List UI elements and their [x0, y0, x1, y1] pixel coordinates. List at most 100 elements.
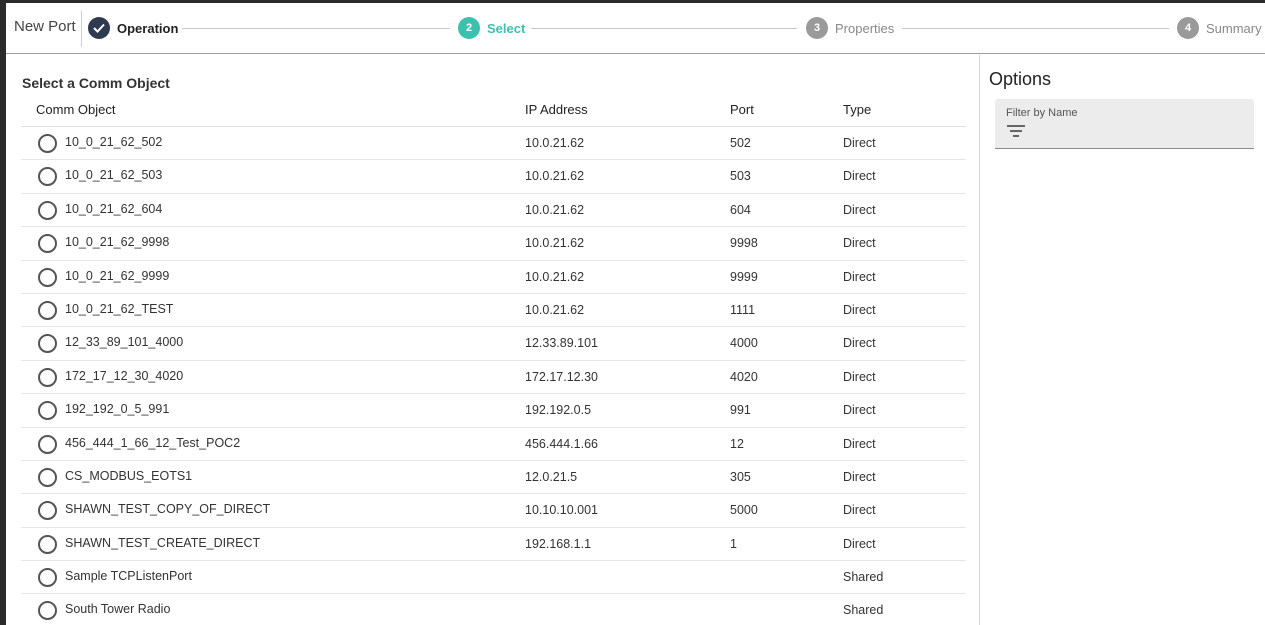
select-radio[interactable]: [38, 601, 57, 621]
step-connector: [902, 28, 1169, 29]
cell-port: 991: [730, 403, 751, 418]
step-number: 4: [1177, 17, 1199, 39]
options-title: Options: [989, 69, 1052, 89]
cell-port: 9998: [730, 236, 758, 251]
select-radio[interactable]: [38, 234, 57, 254]
select-radio[interactable]: [38, 568, 57, 588]
step-label: Properties: [835, 20, 895, 36]
cell-comm-object: Sample TCPListenPort: [65, 569, 192, 584]
cell-type: Shared: [843, 603, 884, 618]
table-row[interactable]: 10_0_21_62_9998 10.0.21.62 9998 Direct: [21, 227, 966, 261]
column-header-type[interactable]: Type: [843, 102, 871, 117]
cell-port: 1111: [730, 302, 756, 317]
step-connector: [531, 28, 797, 29]
cell-type: Direct: [843, 536, 876, 551]
cell-type: Direct: [843, 269, 876, 284]
cell-type: Direct: [843, 169, 876, 184]
step-properties[interactable]: 3 Properties: [806, 16, 894, 40]
step-label: Summary: [1206, 20, 1262, 36]
cell-comm-object: 10_0_21_62_604: [65, 201, 163, 216]
select-radio[interactable]: [38, 267, 57, 287]
table-row[interactable]: South Tower Radio Shared: [21, 594, 966, 625]
cell-type: Direct: [843, 469, 876, 484]
cell-comm-object: 10_0_21_62_TEST: [65, 301, 174, 316]
table-row[interactable]: 10_0_21_62_503 10.0.21.62 503 Direct: [21, 160, 966, 194]
cell-port: 4000: [730, 336, 758, 351]
step-label: Operation: [117, 20, 179, 36]
select-radio[interactable]: [38, 534, 57, 554]
cell-ip-address: 10.0.21.62: [525, 302, 585, 317]
table-row[interactable]: 10_0_21_62_604 10.0.21.62 604 Direct: [21, 194, 966, 228]
column-header-port[interactable]: Port: [730, 102, 754, 117]
cell-comm-object: 10_0_21_62_9999: [65, 268, 170, 283]
table-header: Comm Object IP Address Port Type: [21, 93, 966, 127]
cell-port: 1: [730, 536, 737, 551]
cell-comm-object: 456_444_1_66_12_Test_POC2: [65, 435, 241, 450]
select-radio[interactable]: [38, 167, 57, 187]
table-row[interactable]: 10_0_21_62_502 10.0.21.62 502 Direct: [21, 127, 966, 161]
cell-type: Direct: [843, 302, 876, 317]
step-select[interactable]: 2 Select: [458, 16, 525, 40]
cell-comm-object: 192_192_0_5_991: [65, 402, 170, 417]
cell-comm-object: South Tower Radio: [65, 602, 171, 617]
cell-port: 5000: [730, 503, 758, 518]
table-row[interactable]: SHAWN_TEST_COPY_OF_DIRECT 10.10.10.001 500…: [21, 494, 966, 528]
cell-ip-address: 10.0.21.62: [525, 269, 585, 284]
cell-comm-object: 172_17_12_30_4020: [65, 368, 184, 383]
cell-comm-object: SHAWN_TEST_CREATE_DIRECT: [65, 535, 261, 550]
step-summary[interactable]: 4 Summary: [1177, 16, 1262, 40]
table-row[interactable]: 10_0_21_62_TEST 10.0.21.62 1111 Direct: [21, 294, 966, 328]
section-title: Select a Comm Object: [22, 75, 170, 91]
cell-type: Shared: [843, 570, 884, 585]
cell-port: 503: [730, 169, 751, 184]
select-radio[interactable]: [38, 467, 57, 487]
select-radio[interactable]: [38, 367, 57, 387]
cell-port: 502: [730, 136, 751, 150]
cell-type: Direct: [843, 503, 876, 518]
select-radio[interactable]: [38, 401, 57, 421]
table-row[interactable]: Sample TCPListenPort Shared: [21, 561, 966, 595]
cell-ip-address: 192.192.0.5: [525, 403, 592, 418]
select-radio[interactable]: [38, 434, 57, 454]
select-radio[interactable]: [38, 501, 57, 521]
select-radio[interactable]: [38, 200, 57, 220]
cell-type: Direct: [843, 336, 876, 351]
step-number: 3: [806, 17, 828, 39]
table-row[interactable]: CS_MODBUS_EOTS1 12.0.21.5 305 Direct: [21, 461, 966, 495]
dialog-title: New Port: [14, 18, 76, 35]
cell-type: Direct: [843, 202, 876, 217]
cell-comm-object: 10_0_21_62_502: [65, 135, 163, 149]
cell-type: Direct: [843, 403, 876, 418]
filter-by-name-input[interactable]: Filter by Name: [995, 99, 1254, 149]
table-row[interactable]: 192_192_0_5_991 192.192.0.5 991 Direct: [21, 394, 966, 428]
column-header-comm-object[interactable]: Comm Object: [36, 102, 115, 117]
cell-port: 604: [730, 202, 751, 217]
select-radio[interactable]: [38, 300, 57, 320]
options-panel: Options Filter by Name: [979, 55, 1265, 625]
table-row[interactable]: 172_17_12_30_4020 172.17.12.30 4020 Direct: [21, 361, 966, 395]
table-row[interactable]: 10_0_21_62_9999 10.0.21.62 9999 Direct: [21, 261, 966, 294]
table-row[interactable]: 12_33_89_101_4000 12.33.89.101 4000 Direct: [21, 327, 966, 361]
table-row[interactable]: 456_444_1_66_12_Test_POC2 456.444.1.66 12 D…: [21, 428, 966, 461]
cell-ip-address: 12.0.21.5: [525, 469, 578, 484]
cell-ip-address: 12.33.89.101: [525, 336, 598, 351]
cell-ip-address: 10.0.21.62: [525, 202, 585, 217]
cell-ip-address: 456.444.1.66: [525, 436, 598, 451]
step-operation[interactable]: Operation: [88, 16, 178, 40]
cell-type: Direct: [843, 436, 876, 451]
column-header-ip-address[interactable]: IP Address: [525, 102, 588, 117]
check-icon: [88, 17, 110, 39]
new-port-dialog: New Port Operation 2 Select 3 Properties…: [6, 3, 1265, 625]
cell-type: Direct: [843, 136, 876, 150]
cell-port: 12: [730, 436, 744, 451]
select-radio[interactable]: [38, 334, 57, 354]
comm-object-panel: Select a Comm Object Comm Object IP Addr…: [6, 55, 979, 625]
table-row[interactable]: SHAWN_TEST_CREATE_DIRECT 192.168.1.1 1 Dire…: [21, 528, 966, 562]
select-radio[interactable]: [38, 134, 57, 153]
cell-ip-address: 10.0.21.62: [525, 169, 585, 184]
cell-ip-address: 172.17.12.30: [525, 369, 598, 384]
cell-comm-object: 12_33_89_101_4000: [65, 335, 184, 350]
cell-ip-address: 10.0.21.62: [525, 136, 585, 150]
step-number: 2: [458, 17, 480, 39]
cell-ip-address: 10.10.10.001: [525, 503, 598, 518]
